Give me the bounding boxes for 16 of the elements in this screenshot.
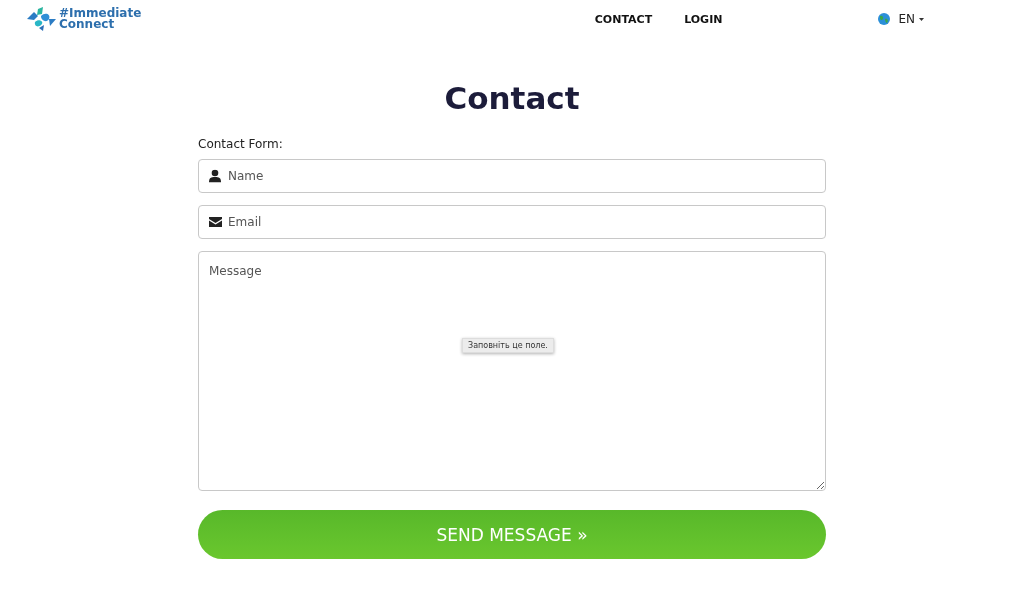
validation-tooltip: Заповніть це поле. bbox=[462, 338, 554, 353]
language-selector[interactable]: EN bbox=[898, 12, 924, 26]
globe-icon bbox=[878, 13, 891, 25]
nav-link[interactable]: CONTACT bbox=[594, 12, 653, 26]
logo-text[interactable]: #Immediate bbox=[59, 8, 142, 19]
message-field[interactable]: Message Заповніть це поле. bbox=[198, 251, 826, 491]
caret-icon bbox=[919, 17, 924, 21]
envelope-icon bbox=[209, 217, 222, 227]
nav-link[interactable]: LOGIN bbox=[684, 12, 723, 26]
user-icon bbox=[209, 169, 221, 183]
logo-icon bbox=[25, 6, 57, 32]
form-label: Contact Form: bbox=[198, 137, 284, 153]
page-heading: Contact bbox=[443, 80, 581, 118]
logo-text[interactable]: Connect bbox=[59, 19, 142, 30]
email-field[interactable]: Email bbox=[198, 205, 826, 239]
name-field[interactable]: Name bbox=[198, 159, 826, 193]
